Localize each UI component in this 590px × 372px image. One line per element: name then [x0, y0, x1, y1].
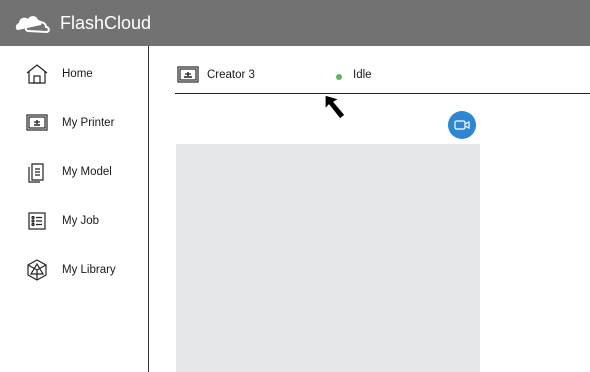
app-title: FlashCloud	[60, 13, 152, 33]
sidebar-item-label: My Printer	[62, 117, 115, 129]
sidebar-item-label: My Model	[62, 166, 112, 178]
sidebar-item-home[interactable]: Home	[6, 54, 149, 94]
camera-view	[176, 144, 480, 372]
mouse-cursor-icon	[324, 94, 346, 120]
sidebar-item-my-library[interactable]: My Library	[6, 250, 149, 290]
flashcloud-logo-icon	[15, 16, 50, 34]
camera-button[interactable]	[448, 111, 476, 139]
sidebar-item-label: My Job	[62, 215, 100, 227]
sidebar-item-label: My Library	[62, 264, 116, 276]
printer-name[interactable]: Creator 3	[207, 69, 255, 81]
sidebar-item-label: Home	[62, 68, 93, 80]
printer-icon	[24, 110, 50, 136]
library-icon	[24, 257, 50, 283]
status-indicator	[336, 74, 342, 80]
camera-icon	[454, 120, 470, 130]
sidebar: Home My Printer My Model My Job My Libra…	[6, 46, 149, 372]
sidebar-item-my-model[interactable]: My Model	[6, 152, 149, 192]
printer-header: Creator 3 Idle	[175, 62, 590, 94]
job-list-icon	[24, 208, 50, 234]
model-icon	[24, 159, 50, 185]
home-icon	[24, 61, 50, 87]
sidebar-item-my-job[interactable]: My Job	[6, 201, 149, 241]
printer-status: Idle	[353, 69, 372, 81]
top-bar: FlashCloud	[0, 0, 590, 46]
printer-icon	[177, 66, 199, 83]
main-panel: Creator 3 Idle	[150, 46, 590, 372]
sidebar-item-my-printer[interactable]: My Printer	[6, 103, 149, 143]
